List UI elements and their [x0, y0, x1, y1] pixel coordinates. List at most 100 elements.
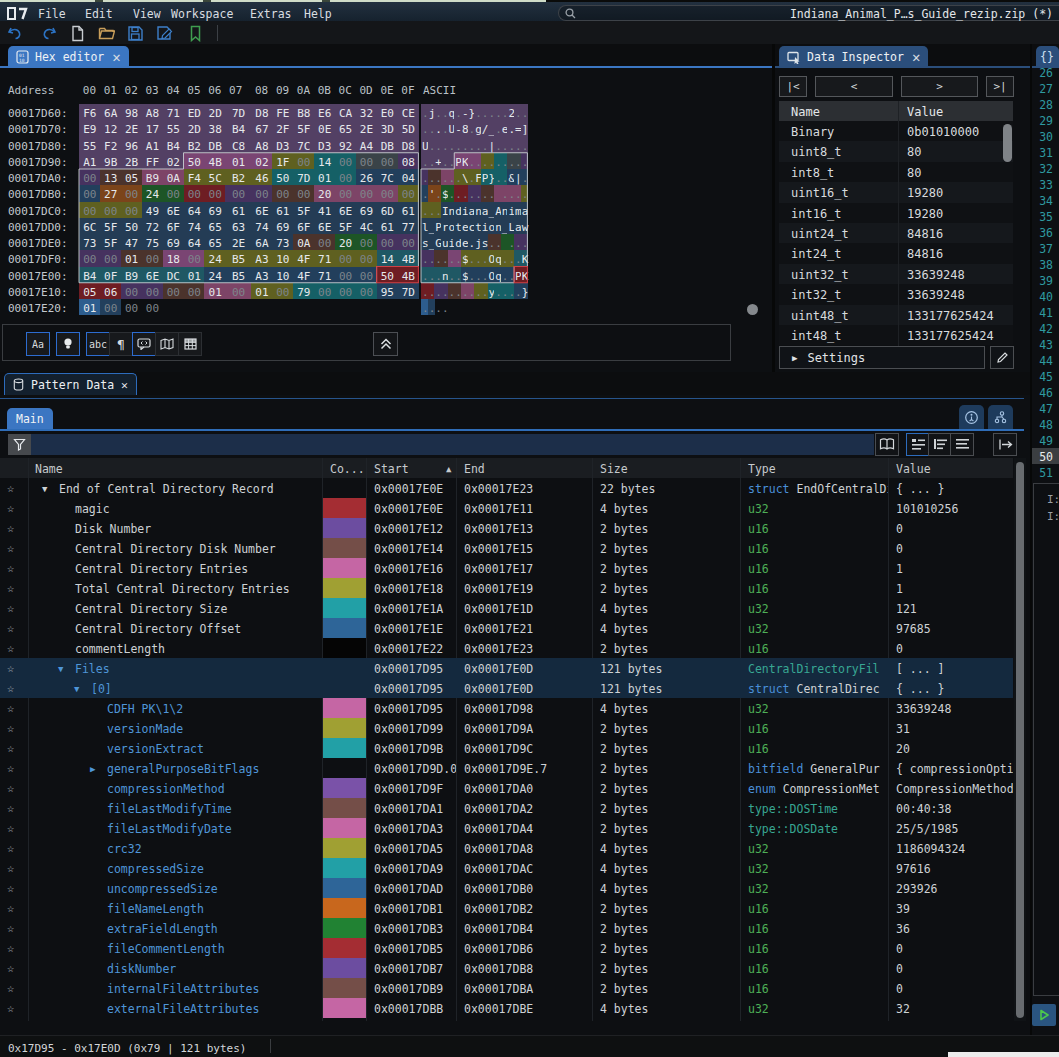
- save-icon[interactable]: [127, 25, 144, 42]
- favorite-star-icon[interactable]: ☆: [7, 721, 14, 735]
- hex-byte-cell[interactable]: 61: [272, 202, 294, 218]
- hex-byte-cell[interactable]: 17: [142, 120, 164, 136]
- editor-line-number[interactable]: 40: [1032, 288, 1059, 304]
- hex-byte-cell[interactable]: 00: [121, 202, 143, 218]
- editor-line-number[interactable]: 41: [1032, 304, 1059, 320]
- pattern-color-swatch[interactable]: [323, 778, 366, 798]
- hex-byte-cell[interactable]: E0: [377, 104, 399, 120]
- hex-byte-cell[interactable]: 96: [121, 137, 143, 153]
- col-size[interactable]: Size: [600, 462, 628, 476]
- hex-byte-cell[interactable]: 14: [377, 250, 399, 266]
- editor-line-number[interactable]: 42: [1032, 320, 1059, 336]
- hex-byte-cell[interactable]: 00: [142, 299, 164, 315]
- pattern-row-end-of-central-directory-record[interactable]: ☆▼End of Central Directory Record0x00017…: [0, 478, 1013, 498]
- hex-byte-cell[interactable]: 69: [204, 202, 226, 218]
- editor-line-number[interactable]: 45: [1032, 368, 1059, 384]
- hex-byte-cell[interactable]: 2E: [225, 234, 252, 250]
- pattern-row-commentlength[interactable]: ☆commentLength0x00017E220x00017E232 byte…: [0, 638, 1013, 658]
- hex-byte-cell[interactable]: B9: [142, 169, 164, 185]
- hex-byte-cell[interactable]: 55: [163, 120, 185, 136]
- hex-byte-cell[interactable]: CE: [398, 104, 420, 120]
- editor-line-number[interactable]: 39: [1032, 272, 1059, 288]
- hex-byte-cell[interactable]: 00: [184, 185, 206, 201]
- hex-byte-cell[interactable]: F4: [184, 169, 206, 185]
- di-row-uint8_t[interactable]: uint8_t80: [779, 141, 1013, 161]
- hex-byte-cell[interactable]: F6: [79, 104, 101, 120]
- hex-byte-cell[interactable]: 02: [251, 153, 273, 169]
- hex-byte-cell[interactable]: 00: [356, 185, 378, 201]
- hex-byte-cell[interactable]: 04: [398, 169, 420, 185]
- hex-byte-cell[interactable]: 4B: [204, 153, 226, 169]
- hex-byte-cell[interactable]: 01: [79, 299, 101, 315]
- pattern-color-swatch[interactable]: [323, 598, 366, 618]
- hex-byte-cell[interactable]: 1F: [272, 153, 294, 169]
- tree-view-button[interactable]: [906, 433, 930, 456]
- favorite-star-icon[interactable]: ☆: [7, 701, 14, 715]
- hex-byte-cell[interactable]: 49: [142, 202, 164, 218]
- hex-byte-cell[interactable]: 9B: [100, 153, 122, 169]
- hex-byte-cell[interactable]: 6C: [79, 218, 101, 234]
- hex-byte-cell[interactable]: 27: [100, 185, 122, 201]
- hex-byte-cell[interactable]: 50: [272, 169, 294, 185]
- hex-byte-cell[interactable]: 13: [100, 169, 122, 185]
- tree-compact-button[interactable]: [928, 433, 952, 456]
- favorite-star-icon[interactable]: ☆: [7, 741, 14, 755]
- hex-byte-cell[interactable]: DB: [204, 137, 226, 153]
- favorite-star-icon[interactable]: ☆: [7, 1001, 14, 1015]
- favorite-star-icon[interactable]: ☆: [7, 821, 14, 835]
- favorite-star-icon[interactable]: ☆: [7, 641, 14, 655]
- hex-byte-cell[interactable]: B4: [225, 120, 252, 136]
- hex-byte-cell[interactable]: A8: [142, 104, 164, 120]
- favorite-star-icon[interactable]: ☆: [7, 781, 14, 795]
- hex-byte-cell[interactable]: 5F: [293, 120, 315, 136]
- pattern-row-generalpurposebitflags[interactable]: ☆▶generalPurposeBitFlags0x00017D9D.00x00…: [0, 758, 1013, 778]
- editor-line-number[interactable]: 33: [1032, 176, 1059, 192]
- favorite-star-icon[interactable]: ☆: [7, 561, 14, 575]
- hex-byte-cell[interactable]: 00: [184, 250, 206, 266]
- hex-byte-cell[interactable]: 00: [335, 250, 357, 266]
- hex-byte-cell[interactable]: 4C: [356, 218, 378, 234]
- hex-byte-cell[interactable]: 7C: [293, 137, 315, 153]
- hex-byte-cell[interactable]: 38: [204, 120, 226, 136]
- hex-byte-cell[interactable]: 00: [314, 234, 336, 250]
- hex-byte-cell[interactable]: 00: [79, 250, 101, 266]
- tab-hex-editor[interactable]: 0110 Hex editor ✕: [8, 46, 129, 68]
- hex-byte-cell[interactable]: A1: [79, 153, 101, 169]
- hex-byte-cell[interactable]: 05: [79, 283, 101, 299]
- pattern-color-swatch[interactable]: [323, 798, 366, 818]
- pattern-row-filelastmodifytime[interactable]: ☆fileLastModifyTime0x00017DA10x00017DA22…: [0, 798, 1013, 818]
- hex-byte-cell[interactable]: B4: [163, 137, 185, 153]
- hex-byte-cell[interactable]: 00: [356, 250, 378, 266]
- hex-byte-cell[interactable]: B5: [225, 250, 252, 266]
- hex-byte-cell[interactable]: 00: [100, 299, 122, 315]
- favorite-star-icon[interactable]: ☆: [7, 801, 14, 815]
- hex-byte-cell[interactable]: 01: [251, 283, 273, 299]
- tree-arrow-icon[interactable]: ▼: [74, 684, 79, 694]
- hex-byte-cell[interactable]: 6F: [163, 218, 185, 234]
- hex-byte-cell[interactable]: 00: [335, 267, 357, 283]
- menu-workspace[interactable]: Workspace: [171, 7, 233, 21]
- hex-byte-cell[interactable]: 32: [356, 104, 378, 120]
- pattern-row-disknumber[interactable]: ☆diskNumber0x00017DB70x00017DB82 bytesu1…: [0, 958, 1013, 978]
- hex-byte-cell[interactable]: 7C: [377, 169, 399, 185]
- hex-byte-cell[interactable]: 50: [377, 267, 399, 283]
- hex-byte-cell[interactable]: 65: [335, 120, 357, 136]
- hex-byte-cell[interactable]: 00: [121, 283, 143, 299]
- tab-main[interactable]: Main: [7, 408, 53, 429]
- hex-byte-cell[interactable]: 64: [184, 234, 206, 250]
- hex-byte-cell[interactable]: CA: [335, 104, 357, 120]
- hex-byte-cell[interactable]: 24: [204, 250, 226, 266]
- hex-byte-cell[interactable]: 14: [314, 153, 336, 169]
- run-pattern-button[interactable]: [1032, 1004, 1056, 1026]
- hex-row[interactable]: 00017DF0:00.00.01.00.18.00.24$B5.A3.10.4…: [0, 250, 560, 266]
- pattern-color-swatch[interactable]: [323, 538, 366, 558]
- editor-line-number[interactable]: 38: [1032, 256, 1059, 272]
- editor-line-number[interactable]: 50: [1032, 448, 1059, 464]
- editor-line-number[interactable]: 27: [1032, 80, 1059, 96]
- pattern-row-filenamelength[interactable]: ☆fileNameLength0x00017DB10x00017DB22 byt…: [0, 898, 1013, 918]
- hex-row[interactable]: 00017E10:05.06.00.00.00.00.01.00.01.00.7…: [0, 283, 560, 299]
- di-row-int8_t[interactable]: int8_t80: [779, 162, 1013, 182]
- hex-byte-cell[interactable]: 01: [184, 267, 206, 283]
- pattern-row-filecommentlength[interactable]: ☆fileCommentLength0x00017DB50x00017DB62 …: [0, 938, 1013, 958]
- hex-byte-cell[interactable]: 10: [272, 267, 294, 283]
